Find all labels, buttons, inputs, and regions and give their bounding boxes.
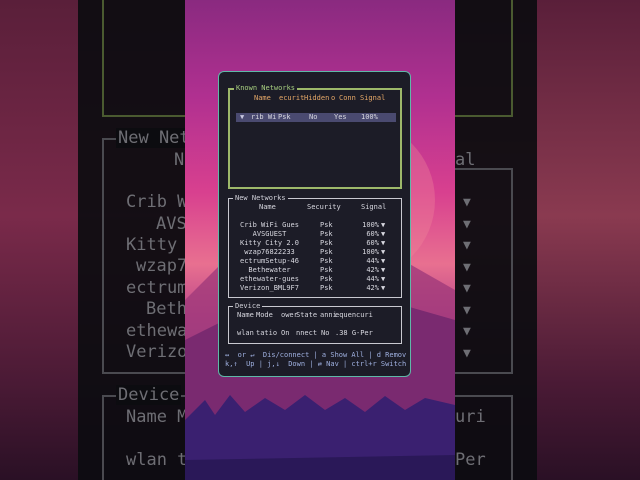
wifi-icon: ▼	[381, 257, 386, 265]
connected-icon: ▼	[240, 113, 245, 121]
known-networks-panel: Known Networks Name ecurit Hidden o Conn…	[228, 84, 402, 189]
wifi-icon: ▼	[381, 221, 386, 229]
blurred-row: Beth	[146, 299, 185, 319]
blurred-device-title: Device	[116, 385, 182, 405]
cell-security: Psk	[320, 230, 333, 238]
device-value: tatio	[256, 329, 278, 337]
column-header: o	[331, 94, 336, 102]
blurred-header: N	[174, 150, 185, 170]
background-right-blur: al ▼ ▼ ▼ ▼ ▼ ▼ ▼ ▼ uri Per	[455, 0, 640, 480]
cell-security: Psk	[320, 248, 333, 256]
device-panel: Device Name Mode ower State anni equen curi wla…	[228, 302, 402, 344]
blurred-row: AVS	[156, 214, 185, 234]
device-column-header: Mode	[256, 311, 273, 319]
device-column-header: Name	[237, 311, 254, 319]
column-header: ecurit	[279, 94, 305, 102]
blurred-device-header: uri	[455, 407, 486, 427]
cell-name: Bethewater	[248, 266, 291, 274]
cell-name: AVSGUEST	[252, 230, 287, 238]
column-header: Signal	[361, 203, 387, 211]
column-header: Conn	[339, 94, 356, 102]
device-value: wlan	[237, 329, 254, 337]
new-networks-panel: New Networks Name Security Signal Crib W…	[228, 194, 402, 298]
column-header: Signal	[360, 94, 386, 102]
wifi-icon: ▼	[381, 275, 386, 283]
blurred-known-box	[102, 0, 185, 117]
blurred-row: ectrum	[126, 278, 185, 298]
device-column-header: State	[296, 311, 318, 319]
cell-security: Psk	[278, 113, 291, 121]
cell-signal: 60%	[366, 239, 379, 247]
cell-name: ectrumSetup-46	[239, 257, 299, 265]
column-header: Name	[254, 94, 271, 102]
cell-security: Psk	[320, 221, 333, 229]
wifi-icon: ▼	[381, 266, 386, 274]
blurred-title: New Net	[116, 128, 185, 148]
cell-name: ethewater-gues	[239, 275, 299, 283]
device-title: Device	[233, 302, 263, 311]
cell-name: Kitty City 2.0	[239, 239, 299, 247]
blurred-terminal: al ▼ ▼ ▼ ▼ ▼ ▼ ▼ ▼ uri Per	[455, 0, 537, 480]
cell-signal: 100%	[362, 221, 379, 229]
cell-signal: 44%	[366, 257, 379, 265]
cell-name: rib Wi	[251, 113, 277, 121]
cell-signal: 42%	[366, 266, 379, 274]
blurred-terminal: New Net N Crib W AVS Kitty wzap7 ectrum …	[78, 0, 185, 480]
cell-signal: 42%	[366, 284, 379, 292]
cell-security: Psk	[320, 275, 333, 283]
wifi-icon: ▼	[381, 239, 386, 247]
terminal-window: Known Networks Name ecurit Hidden o Conn…	[218, 71, 411, 377]
cell-signal: 100%	[362, 248, 379, 256]
blurred-known-box	[455, 0, 513, 117]
cell-hidden: No	[309, 113, 318, 121]
help-line-1: ↔ or ↵ Dis/connect | a Show All | d Remo…	[225, 351, 407, 359]
blurred-row: ethewa	[126, 321, 185, 341]
known-networks-title: Known Networks	[234, 84, 298, 93]
blurred-device-value: wlan t	[126, 450, 185, 470]
device-value: .38 G	[335, 329, 357, 337]
cell-security: Psk	[320, 257, 333, 265]
cell-conn: Yes	[334, 113, 347, 121]
cell-security: Psk	[320, 266, 333, 274]
cell-name: Crib WiFi Gues	[239, 221, 299, 229]
cell-security: Psk	[320, 284, 333, 292]
device-column-header: equen	[335, 311, 357, 319]
background-left-blur: New Net N Crib W AVS Kitty wzap7 ectrum …	[0, 0, 185, 480]
cell-name: wzap76822233	[244, 248, 295, 256]
device-column-header: curi	[356, 311, 373, 319]
cell-name: Verizon_BML9F7	[239, 284, 299, 292]
cell-signal: 60%	[366, 230, 379, 238]
blurred-wifi-icons: ▼ ▼ ▼ ▼ ▼ ▼ ▼ ▼	[463, 195, 471, 361]
column-header: Name	[259, 203, 276, 211]
cell-signal: 44%	[366, 275, 379, 283]
column-header: Hidden	[304, 94, 330, 102]
blurred-row: Verizo	[126, 342, 185, 362]
wifi-icon: ▼	[381, 230, 386, 238]
device-value: On	[281, 329, 290, 337]
blurred-row: Crib W	[126, 192, 185, 212]
wifi-icon: ▼	[381, 248, 386, 256]
new-networks-title: New Networks	[233, 194, 288, 203]
blurred-row: wzap7	[136, 256, 185, 276]
blurred-header: al	[455, 150, 476, 170]
cell-signal: 100%	[361, 113, 378, 121]
wifi-icon: ▼	[381, 284, 386, 292]
device-value: -Per	[356, 329, 373, 337]
cell-security: Psk	[320, 239, 333, 247]
blurred-device-header: Name M	[126, 407, 185, 427]
blurred-device-value: Per	[455, 450, 486, 470]
help-line-2: k,↑ Up | j,↓ Down | ⇄ Nav | ctrl+r Switc…	[225, 360, 407, 368]
column-header: Security	[307, 203, 341, 211]
device-value: nnect	[296, 329, 318, 337]
blurred-row: Kitty	[126, 235, 178, 255]
device-value: No	[321, 329, 330, 337]
